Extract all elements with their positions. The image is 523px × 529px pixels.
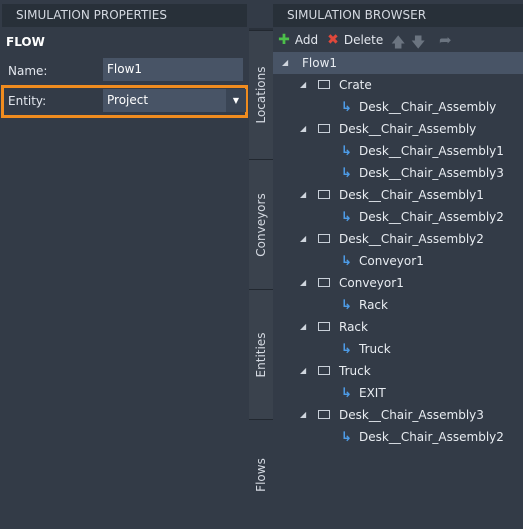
tree-root-label: Flow1: [302, 56, 338, 70]
tab-locations[interactable]: Locations: [249, 30, 273, 159]
simulation-properties-panel: SIMULATION PROPERTIES FLOW Name: Flow1 E…: [0, 0, 249, 529]
panel-header-browser: SIMULATION BROWSER: [273, 4, 523, 27]
tree-node-row[interactable]: ◢ Desk__Chair_Assembly1: [273, 184, 523, 206]
expand-toggle-icon[interactable]: ◢: [300, 228, 306, 250]
delete-button-label: Delete: [343, 33, 384, 47]
tab-entities-label: Entities: [254, 332, 268, 377]
tree-node-row[interactable]: ◢ Desk__Chair_Assembly3: [273, 404, 523, 426]
tab-flows[interactable]: Flows: [249, 419, 273, 529]
flow-arrow-icon: ↳: [341, 298, 352, 313]
tab-locations-label: Locations: [254, 66, 268, 124]
flow-arrow-icon: ↳: [341, 342, 352, 357]
expand-toggle-icon[interactable]: ◢: [282, 52, 288, 74]
location-box-icon: [318, 322, 330, 331]
expand-toggle-icon[interactable]: ◢: [300, 272, 306, 294]
tree-child-label: Desk__Chair_Assembly1: [359, 144, 504, 158]
tree-node-row[interactable]: ◢ Desk__Chair_Assembly2: [273, 228, 523, 250]
location-box-icon: [318, 278, 330, 287]
name-field[interactable]: Flow1: [103, 58, 243, 81]
tree-node-row[interactable]: ◢ Rack: [273, 316, 523, 338]
add-button-label: Add: [294, 33, 319, 47]
flow-arrow-icon: ↳: [341, 386, 352, 401]
tree-node-label: Desk__Chair_Assembly1: [339, 188, 484, 202]
location-box-icon: [318, 234, 330, 243]
tab-conveyors[interactable]: Conveyors: [249, 159, 273, 289]
tree-node-row[interactable]: ◢ Conveyor1: [273, 272, 523, 294]
tree-child-label: Truck: [359, 342, 391, 356]
chevron-down-icon[interactable]: ▼: [226, 89, 246, 112]
expand-toggle-icon[interactable]: ◢: [300, 184, 306, 206]
tree-child-row[interactable]: ↳ EXIT: [273, 382, 523, 404]
tree-child-label: Conveyor1: [359, 254, 424, 268]
flow-arrow-icon: ↳: [341, 144, 352, 159]
location-box-icon: [318, 366, 330, 375]
location-box-icon: [318, 80, 330, 89]
expand-toggle-icon[interactable]: ◢: [300, 316, 306, 338]
tree-child-label: Desk__Chair_Assembly2: [359, 430, 504, 444]
x-icon: ✖: [327, 32, 339, 48]
flow-arrow-icon: ↳: [341, 430, 352, 445]
tree-child-row[interactable]: ↳ Desk__Chair_Assembly1: [273, 140, 523, 162]
tree-node-label: Conveyor1: [339, 276, 404, 290]
tree-node-label: Truck: [339, 364, 371, 378]
tab-flows-label: Flows: [254, 457, 268, 492]
section-title: FLOW: [6, 35, 45, 49]
tree-child-row[interactable]: ↳ Truck: [273, 338, 523, 360]
tree-child-row[interactable]: ↳ Desk__Chair_Assembly2: [273, 206, 523, 228]
expand-toggle-icon[interactable]: ◢: [300, 118, 306, 140]
simulation-browser-panel: SIMULATION BROWSER ✚ Add ✖ Delete 🡅 🡇 ➦ …: [273, 0, 523, 529]
entity-select[interactable]: Project ▼: [103, 89, 246, 112]
tree-node-label: Desk__Chair_Assembly2: [339, 232, 484, 246]
tree-child-row[interactable]: ↳ Conveyor1: [273, 250, 523, 272]
tree-node-label: Crate: [339, 78, 372, 92]
flow-arrow-icon: ↳: [341, 100, 352, 115]
tree-node-label: Rack: [339, 320, 368, 334]
expand-toggle-icon[interactable]: ◢: [300, 74, 306, 96]
vertical-tab-strip: Locations Conveyors Entities Flows: [249, 28, 273, 529]
tree-child-label: Rack: [359, 298, 388, 312]
tree-child-label: Desk__Chair_Assembly: [359, 100, 497, 114]
entity-label: Entity:: [8, 94, 47, 108]
tree-node-row[interactable]: ◢ Desk__Chair_Assembly: [273, 118, 523, 140]
plus-icon: ✚: [278, 32, 290, 48]
location-box-icon: [318, 190, 330, 199]
add-button[interactable]: ✚ Add: [277, 32, 318, 48]
tree-node-row[interactable]: ◢ Crate: [273, 74, 523, 96]
redo-icon[interactable]: ➦: [439, 31, 452, 49]
location-box-icon: [318, 410, 330, 419]
tree-child-row[interactable]: ↳ Desk__Chair_Assembly3: [273, 162, 523, 184]
delete-button[interactable]: ✖ Delete: [326, 32, 383, 48]
tree-root-row[interactable]: ◢ Flow1: [273, 52, 523, 74]
entity-select-value: Project: [107, 93, 149, 107]
tree-child-label: Desk__Chair_Assembly2: [359, 210, 504, 224]
flow-arrow-icon: ↳: [341, 254, 352, 269]
name-label: Name:: [8, 64, 48, 78]
tree-node-label: Desk__Chair_Assembly: [339, 122, 477, 136]
tree-child-row[interactable]: ↳ Desk__Chair_Assembly: [273, 96, 523, 118]
expand-toggle-icon[interactable]: ◢: [300, 404, 306, 426]
location-box-icon: [318, 124, 330, 133]
flow-arrow-icon: ↳: [341, 210, 352, 225]
tree-node-label: Desk__Chair_Assembly3: [339, 408, 484, 422]
tree-child-label: EXIT: [359, 386, 386, 400]
tree-child-row[interactable]: ↳ Rack: [273, 294, 523, 316]
tab-conveyors-label: Conveyors: [254, 192, 268, 257]
tree-child-label: Desk__Chair_Assembly3: [359, 166, 504, 180]
browser-toolbar: ✚ Add ✖ Delete 🡅 🡇 ➦: [273, 28, 523, 52]
tab-entities[interactable]: Entities: [249, 289, 273, 419]
tree-node-row[interactable]: ◢ Truck: [273, 360, 523, 382]
panel-header-properties: SIMULATION PROPERTIES: [2, 4, 247, 27]
expand-toggle-icon[interactable]: ◢: [300, 360, 306, 382]
flow-arrow-icon: ↳: [341, 166, 352, 181]
tree-child-row[interactable]: ↳ Desk__Chair_Assembly2: [273, 426, 523, 448]
